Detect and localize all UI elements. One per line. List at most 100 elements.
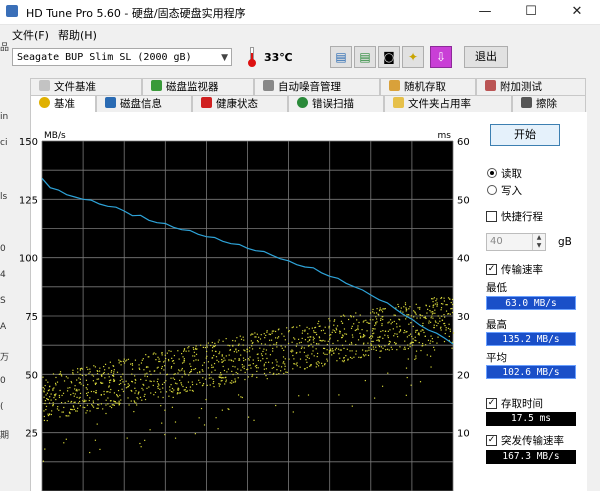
tab-erase[interactable]: 擦除 [512, 95, 586, 112]
write-radio[interactable] [487, 185, 497, 195]
access-time-point [44, 400, 47, 402]
access-time-point [194, 433, 196, 435]
tab-extra-tests[interactable]: 附加测试 [476, 78, 586, 95]
tab-random-access[interactable]: 随机存取 [380, 78, 476, 95]
access-time-point [332, 350, 334, 352]
access-time-point [81, 374, 83, 377]
access-time-point [407, 347, 409, 350]
access-time-point [380, 330, 382, 333]
access-time-point [333, 352, 335, 354]
access-time-point [113, 404, 115, 406]
access-time-point [437, 315, 439, 317]
access-time-point [87, 391, 89, 394]
access-time-point [92, 380, 94, 382]
tab-disk-info[interactable]: 磁盘信息 [96, 95, 192, 112]
copy-icon: ▤ [335, 50, 347, 64]
access-time-point [269, 371, 271, 374]
tab-folder-usage[interactable]: 文件夹占用率 [384, 95, 512, 112]
access-time-point [145, 366, 148, 368]
access-time-point [138, 391, 140, 393]
access-time-point [404, 346, 406, 348]
tab-health[interactable]: 健康状态 [192, 95, 288, 112]
access-time-point [97, 407, 99, 409]
spinner-arrows-icon[interactable]: ▲ ▼ [532, 234, 545, 250]
short-stroke-input[interactable]: 40 ▲ ▼ [486, 233, 546, 251]
access-time-point [234, 340, 236, 342]
access-time-point [255, 367, 258, 369]
access-time-point [206, 355, 208, 357]
options-button[interactable]: ✦ [402, 46, 424, 68]
tab-noise-management[interactable]: 自动噪音管理 [254, 78, 380, 95]
access-time-point [86, 410, 88, 412]
access-time-point [422, 322, 424, 325]
access-time-point [232, 373, 234, 376]
access-time-point [445, 327, 447, 329]
access-time-point [70, 400, 73, 403]
access-time-point [121, 378, 123, 380]
tab-error-scan[interactable]: 错误扫描 [288, 95, 384, 112]
speaker-icon [263, 80, 274, 91]
menu-file[interactable]: 文件(F) [12, 27, 49, 43]
transfer-rate-checkbox[interactable]: ✓ [486, 264, 497, 275]
access-time-point [351, 334, 354, 336]
access-time-point [432, 317, 434, 319]
access-time-point [326, 349, 328, 351]
access-time-point [221, 361, 224, 363]
access-time-point [375, 316, 377, 318]
save-button[interactable]: ⇩ [430, 46, 452, 68]
burst-rate-checkbox[interactable]: ✓ [486, 435, 497, 446]
access-time-point [243, 365, 245, 367]
minimize-button[interactable]: — [462, 0, 508, 24]
drive-select[interactable]: Seagate BUP Slim SL (2000 gB) ▼ [12, 48, 232, 66]
short-stroke-checkbox[interactable] [486, 211, 497, 222]
access-time-checkbox[interactable]: ✓ [486, 398, 497, 409]
exit-button[interactable]: 退出 [464, 46, 508, 68]
access-time-point [434, 320, 437, 322]
access-time-point [78, 397, 80, 399]
access-time-point [177, 387, 179, 389]
tab-benchmark[interactable]: 基准 [30, 95, 96, 112]
access-time-point [162, 361, 165, 363]
maximize-button[interactable]: ☐ [508, 0, 554, 24]
close-button[interactable]: ✕ [554, 0, 600, 24]
access-time-point [414, 358, 416, 361]
tab-disk-monitor[interactable]: 磁盘监视器 [142, 78, 254, 95]
start-button[interactable]: 开始 [490, 124, 560, 146]
access-time-point [373, 348, 375, 350]
access-time-point [324, 340, 326, 342]
access-time-point [61, 394, 63, 397]
menu-help[interactable]: 帮助(H) [58, 27, 97, 43]
access-time-point [207, 342, 209, 344]
read-radio[interactable] [487, 168, 497, 178]
access-time-point [321, 340, 323, 342]
access-time-point [259, 338, 262, 340]
access-time-point [280, 370, 282, 372]
access-time-point [214, 342, 216, 344]
access-time-point [141, 359, 143, 361]
copy-button[interactable]: ▤ [330, 46, 352, 68]
access-time-point [312, 346, 314, 348]
access-time-point [198, 379, 200, 381]
access-time-point [125, 387, 128, 389]
access-time-point [447, 327, 450, 330]
access-time-point [426, 354, 428, 356]
temperature-readout: 33℃ [264, 51, 293, 64]
access-time-point [108, 376, 110, 378]
screenshot-button[interactable]: ◙ [378, 46, 400, 68]
access-time-point [152, 353, 154, 355]
access-time-point [292, 368, 294, 370]
copy-text-button[interactable]: ▤ [354, 46, 376, 68]
access-time-point [397, 305, 400, 308]
access-time-point [343, 361, 345, 363]
access-time-point [448, 323, 450, 325]
access-time-point [191, 381, 193, 383]
access-time-point [377, 336, 379, 339]
access-time-point [250, 367, 252, 369]
toolbar: Seagate BUP Slim SL (2000 gB) ▼ 33℃ ▤ ▤ … [0, 43, 600, 73]
access-time-point [276, 346, 278, 348]
access-time-point [63, 380, 66, 382]
tab-file-benchmark[interactable]: 文件基准 [30, 78, 142, 95]
access-time-point [156, 381, 158, 383]
access-time-point [170, 367, 172, 369]
write-label: 写入 [501, 185, 522, 197]
